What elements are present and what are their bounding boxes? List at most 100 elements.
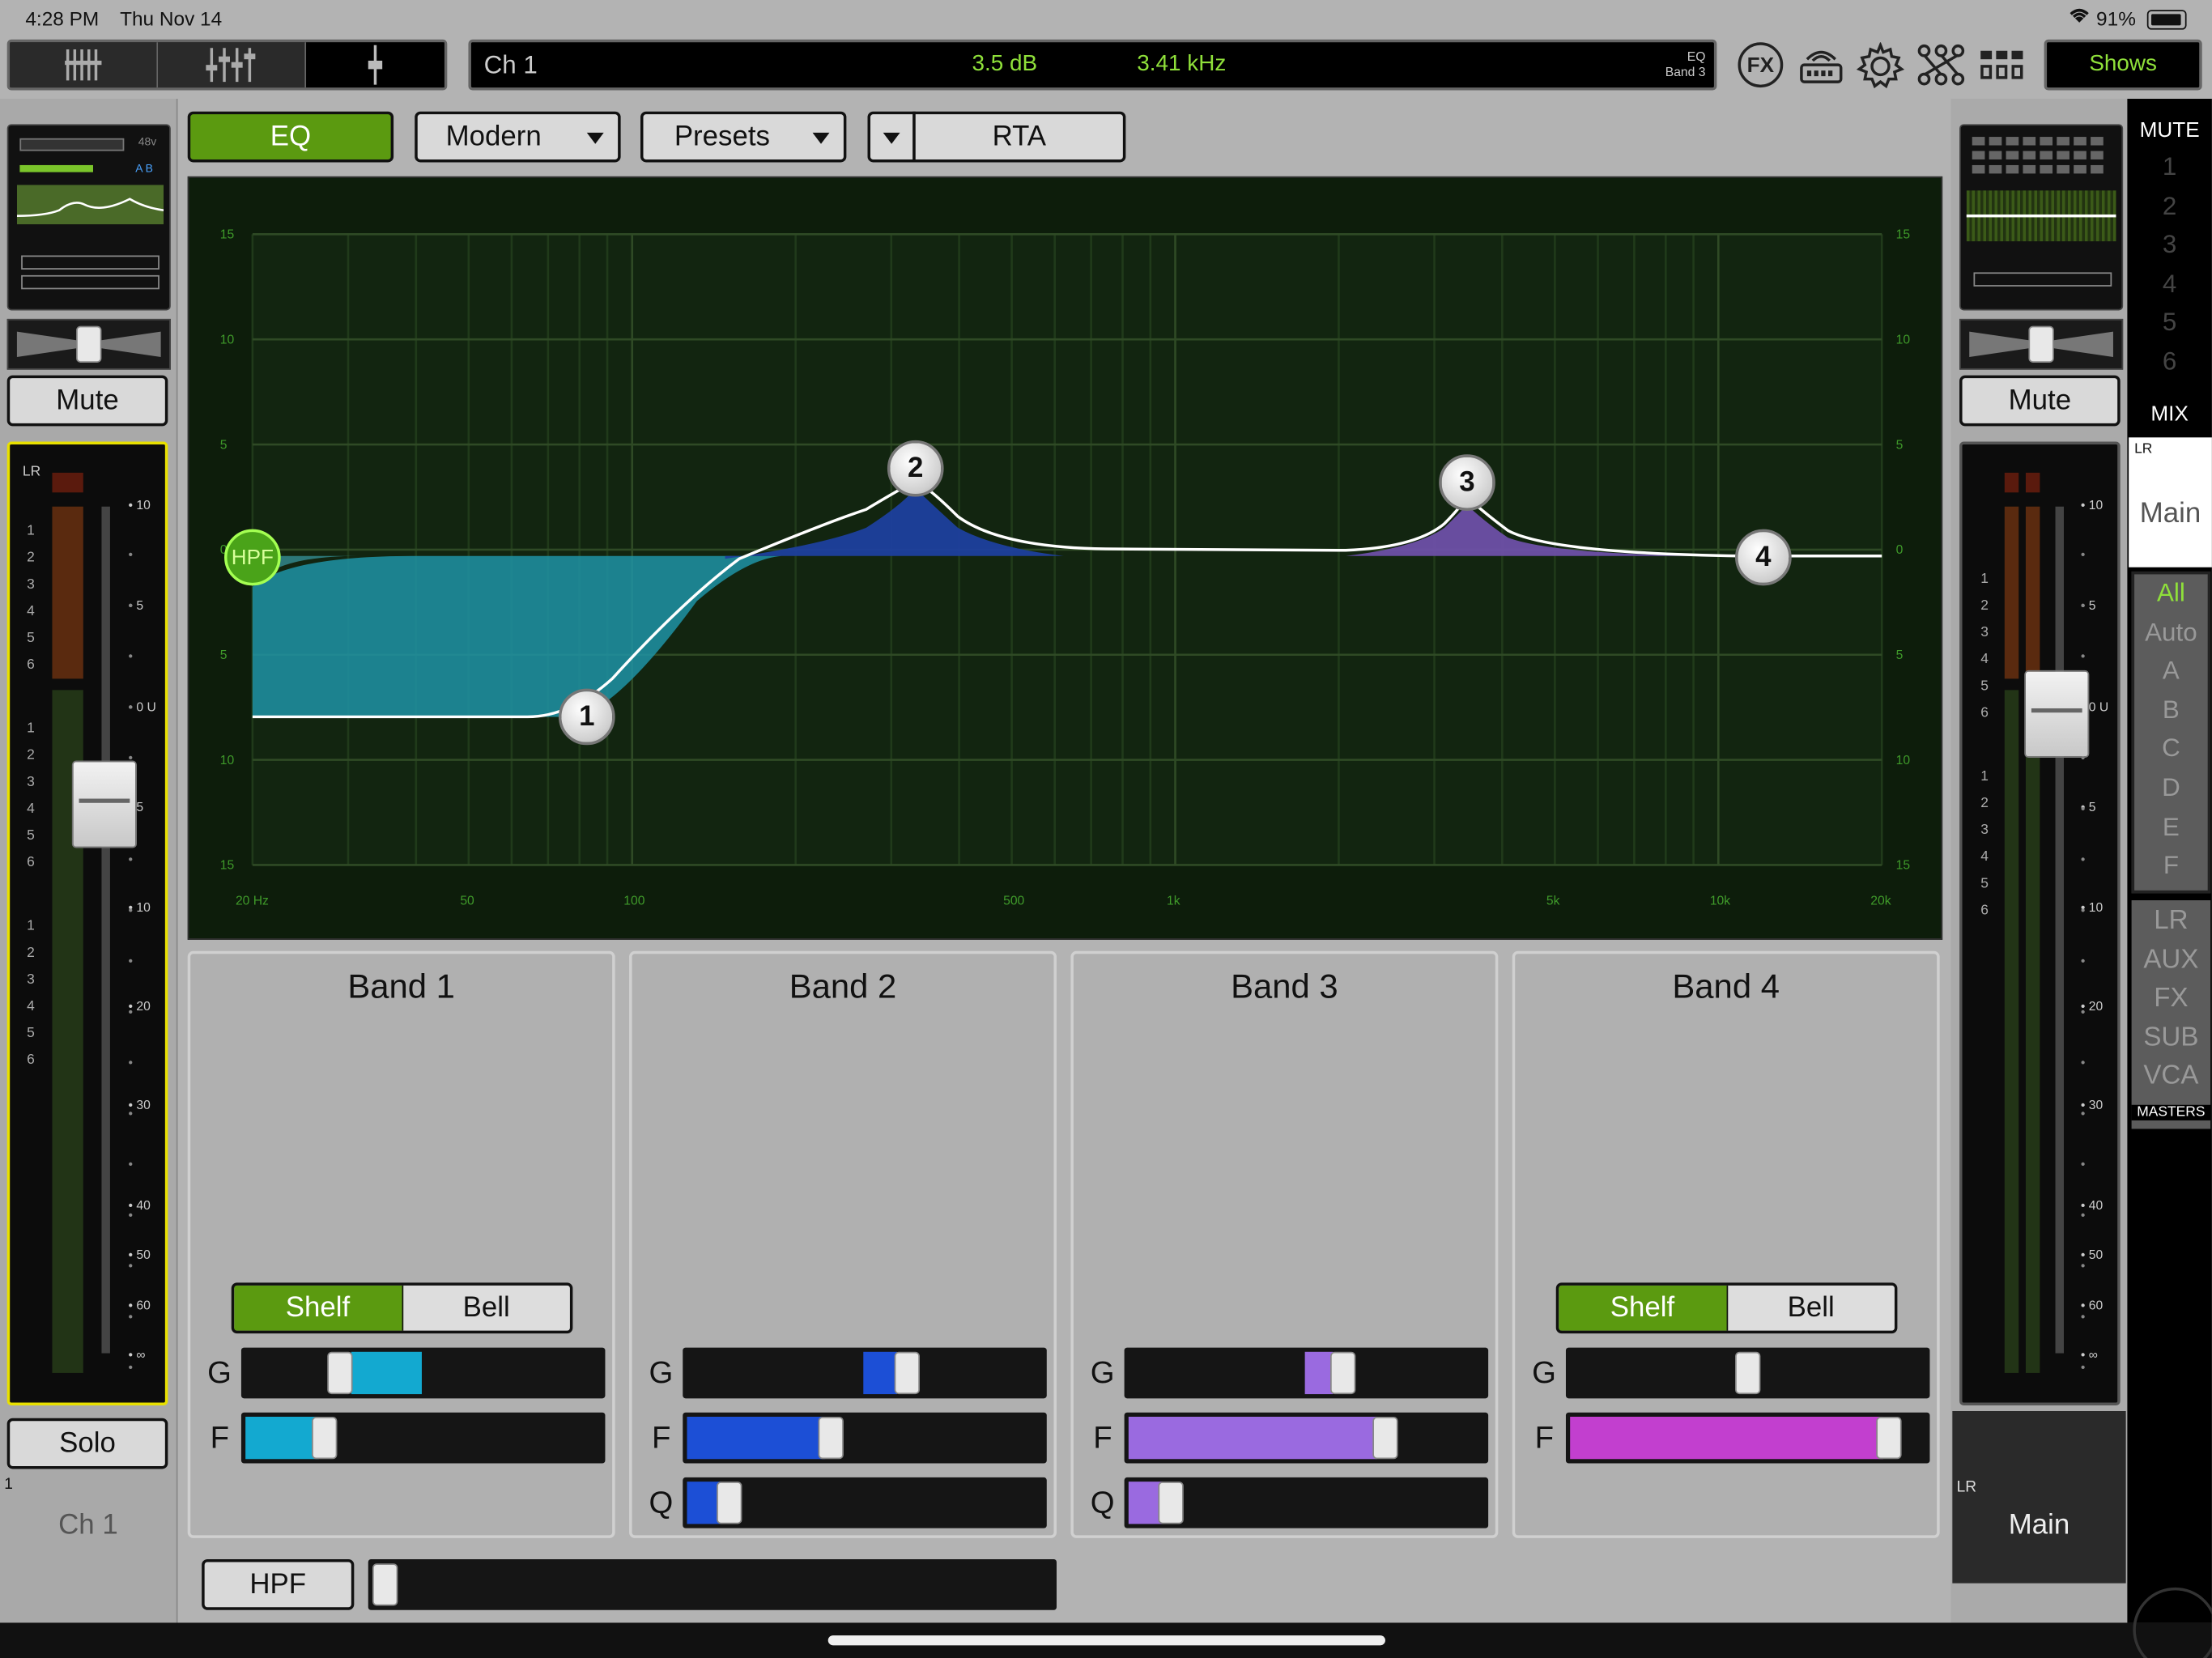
band3-gain-label: G	[1090, 1354, 1115, 1390]
band4-node[interactable]: 4	[1735, 529, 1792, 586]
band3-q-slider[interactable]	[1124, 1477, 1489, 1528]
single-fader-view-button[interactable]	[306, 42, 445, 88]
channel-name-label[interactable]: Ch 1	[0, 1510, 177, 1542]
band3-freq-slider[interactable]	[1124, 1412, 1489, 1464]
meter-number: 2	[1980, 796, 1989, 812]
mix-main-label: Main	[2139, 498, 2201, 529]
band4-gain-slider[interactable]	[1565, 1347, 1930, 1399]
band1-gain-thumb[interactable]	[327, 1351, 353, 1395]
mixer-view-button[interactable]	[10, 42, 159, 88]
band2-node[interactable]: 2	[887, 440, 944, 497]
channel-overview-thumbnail[interactable]: 48v A B	[6, 124, 171, 311]
band3-gain-thumb[interactable]	[1329, 1351, 1356, 1395]
band1-node[interactable]: 1	[558, 688, 615, 746]
channel-filter-item[interactable]: D	[2134, 773, 2208, 803]
mute-group-item[interactable]: 2	[2127, 191, 2212, 221]
band2-q-thumb[interactable]	[717, 1482, 742, 1524]
y-tick-label-right: 10	[1896, 333, 1911, 346]
main-fader-area[interactable]: • 10 • 5 • 0 U • 5 • 10 • 20 • 30 • 40 • 50 • 60 •…	[1959, 441, 2121, 1406]
home-indicator[interactable]	[827, 1635, 1385, 1646]
pan-slider[interactable]	[6, 318, 171, 370]
main-balance-slider[interactable]	[1959, 318, 2124, 370]
channel-view-button[interactable]	[158, 42, 307, 88]
band4-freq-slider[interactable]	[1565, 1412, 1930, 1464]
main-name-area[interactable]: LR Main	[1952, 1411, 2126, 1584]
band1-bell-button[interactable]: Bell	[402, 1285, 570, 1331]
shows-button[interactable]: Shows	[2044, 39, 2202, 91]
solo-button[interactable]: Solo	[6, 1418, 168, 1469]
band4-gain-label: G	[1532, 1354, 1556, 1390]
hpf-frequency-slider[interactable]	[368, 1559, 1057, 1610]
masters-item[interactable]: VCA	[2132, 1061, 2211, 1092]
band1-freq-slider[interactable]	[240, 1412, 606, 1464]
fx-icon[interactable]: FX	[1738, 42, 1784, 88]
main-fader-thumb[interactable]	[2024, 670, 2090, 758]
meter-number: 3	[1980, 823, 1989, 839]
band4-shelf-button[interactable]: Shelf	[1559, 1285, 1728, 1331]
main-mute-button[interactable]: Mute	[1959, 375, 2121, 427]
eq-mode-dropdown[interactable]: Modern	[415, 111, 621, 163]
band4-bell-button[interactable]: Bell	[1727, 1285, 1895, 1331]
band2-freq-thumb[interactable]	[818, 1416, 844, 1460]
meter-channel-numbers: 1 2 3 4 5 6 1 2 3 4 5 6 1 2 3 4 5 6	[27, 524, 46, 1088]
meter-number: 4	[27, 999, 35, 1015]
presets-dropdown[interactable]: Presets	[640, 111, 847, 163]
band2-gain-fill	[863, 1351, 898, 1395]
masters-item[interactable]: FX	[2132, 984, 2211, 1014]
channel-filter-item[interactable]: E	[2134, 812, 2208, 842]
pan-thumb[interactable]	[76, 325, 102, 363]
band1-gain-slider[interactable]	[240, 1347, 606, 1399]
channel-fader-area[interactable]: LR • 10• 5• 0 U• 5• 10• 20• 30• 40• 50• …	[6, 441, 168, 1406]
band1-gain-label: G	[207, 1354, 232, 1390]
patch-routing-icon[interactable]	[1917, 44, 1965, 93]
mute-group-item[interactable]: 5	[2127, 308, 2212, 338]
mix-selector[interactable]: LR Main	[2129, 437, 2212, 568]
settings-gear-icon[interactable]	[1856, 41, 1905, 97]
masters-list: LR AUX FX SUB VCA MASTERS	[2131, 900, 2211, 1129]
masters-item[interactable]: LR	[2132, 906, 2211, 937]
band3-freq-thumb[interactable]	[1372, 1416, 1398, 1460]
hpf-frequency-thumb[interactable]	[372, 1563, 398, 1606]
mix-lr-label: LR	[2134, 441, 2153, 457]
preamp-gain-mini	[19, 138, 125, 151]
channel-filter-item[interactable]: C	[2134, 734, 2208, 764]
layout-grid-icon[interactable]	[1979, 48, 2024, 89]
band2-freq-slider[interactable]	[683, 1412, 1047, 1464]
channel-filter-item[interactable]: F	[2134, 851, 2208, 881]
band3-q-thumb[interactable]	[1158, 1482, 1184, 1524]
band4-gain-thumb[interactable]	[1735, 1351, 1761, 1395]
band1-shelf-button[interactable]: Shelf	[234, 1285, 403, 1331]
mute-group-item[interactable]: 4	[2127, 269, 2212, 299]
masters-item[interactable]: SUB	[2132, 1022, 2211, 1053]
channel-filter-item[interactable]: A	[2134, 657, 2208, 687]
band2-gain-thumb[interactable]	[894, 1351, 920, 1395]
main-fader-scale: • 10 • 5 • 0 U • 5 • 10 • 20 • 30 • 40 • 50 • 60 •…	[2081, 498, 2117, 1374]
eq-graph[interactable]: 15 15 10 10 5 5 0 0 5 5 10 10 15 15 20 Hz 50 100 500 1k 5k…	[187, 176, 1943, 940]
main-overview-thumbnail[interactable]	[1959, 124, 2124, 311]
mute-group-item[interactable]: 1	[2127, 152, 2212, 182]
main-balance-thumb[interactable]	[2028, 325, 2054, 363]
y-tick-label-left: 5	[220, 438, 228, 452]
mute-button[interactable]: Mute	[6, 375, 168, 427]
band2-gain-slider[interactable]	[683, 1347, 1047, 1399]
band3-node[interactable]: 3	[1439, 454, 1495, 511]
band4-freq-thumb[interactable]	[1876, 1416, 1902, 1460]
router-icon[interactable]	[1798, 45, 1844, 92]
band2-q-slider[interactable]	[683, 1477, 1047, 1528]
channel-filter-item[interactable]: Auto	[2134, 618, 2208, 648]
eq-button[interactable]: EQ	[187, 111, 394, 163]
band3-gain-slider[interactable]	[1124, 1347, 1489, 1399]
channel-filter-item[interactable]: All	[2134, 579, 2208, 609]
masters-item[interactable]: AUX	[2132, 945, 2211, 976]
hpf-toggle-button[interactable]: HPF	[202, 1559, 355, 1610]
mute-group-item[interactable]: 3	[2127, 230, 2212, 260]
band1-freq-thumb[interactable]	[312, 1416, 338, 1460]
rta-button[interactable]: RTA	[912, 111, 1126, 163]
gain-readout: 3.5 dB	[972, 52, 1038, 77]
rta-dropdown-toggle[interactable]	[867, 111, 916, 163]
band3-freq-fill	[1128, 1416, 1377, 1460]
hpf-node[interactable]: HPF	[224, 529, 281, 586]
channel-filter-item[interactable]: B	[2134, 695, 2208, 725]
channel-fader-thumb[interactable]	[71, 760, 138, 848]
mute-group-item[interactable]: 6	[2127, 346, 2212, 376]
